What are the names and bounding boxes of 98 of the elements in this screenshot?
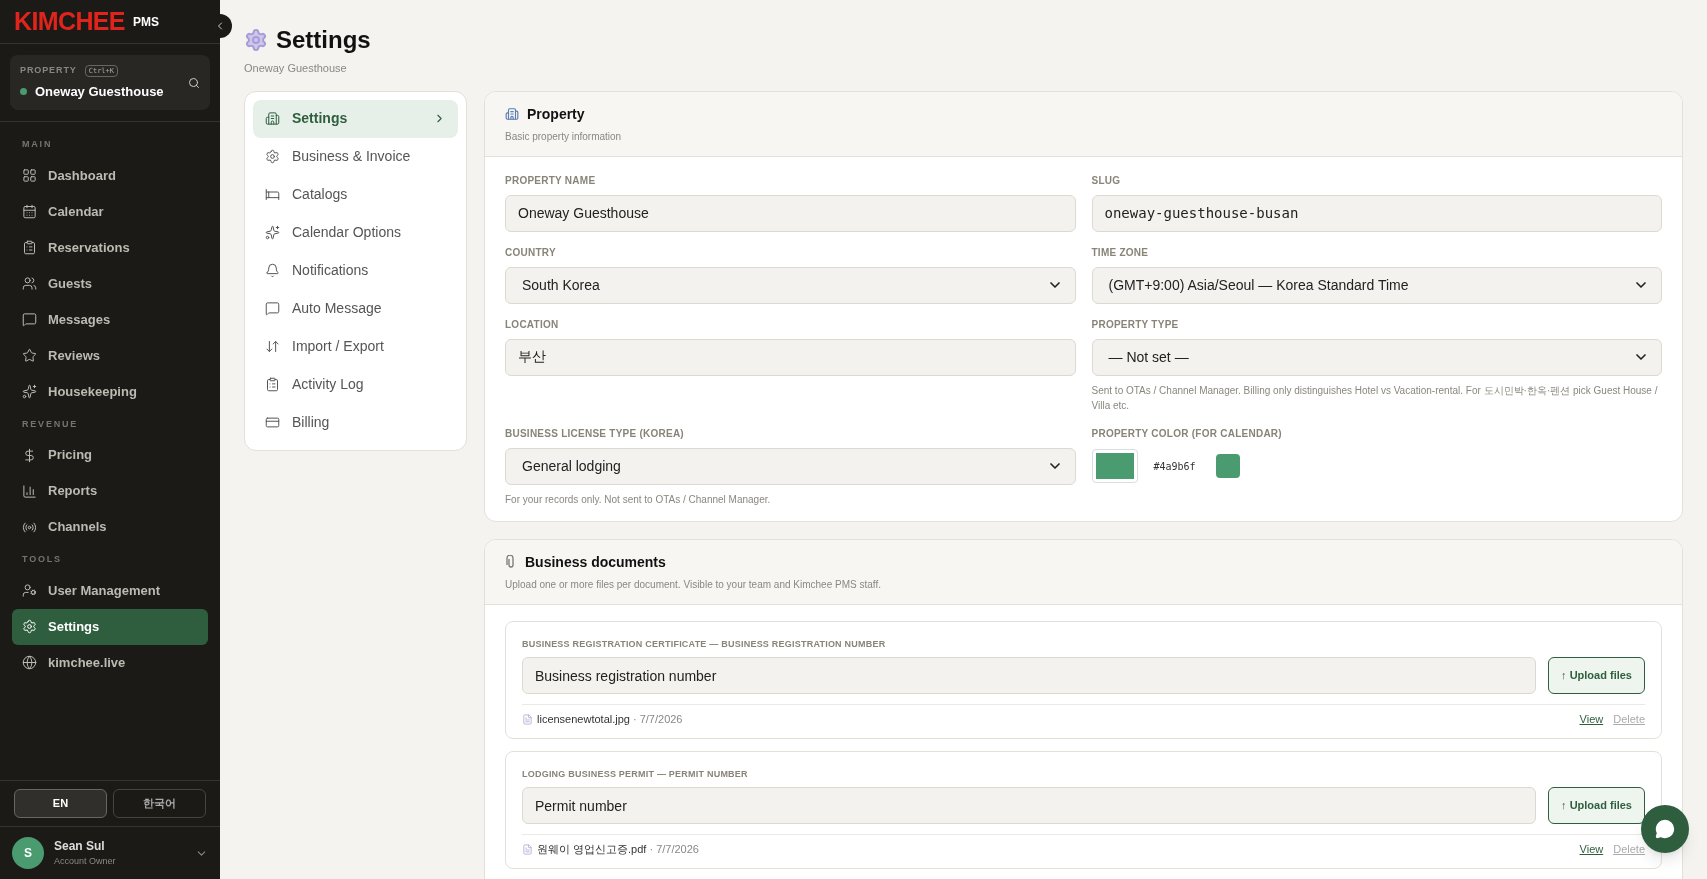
chat-icon (22, 312, 37, 327)
card-title: Property (527, 104, 585, 124)
brand-suffix: PMS (132, 13, 159, 31)
user-avatar: S (12, 837, 44, 869)
field-label: SLUG (1091, 173, 1122, 188)
select-field[interactable]: General lodging (505, 447, 1076, 485)
section-label: REVENUE (21, 417, 80, 431)
settings-nav-item[interactable]: Notifications (253, 251, 458, 290)
settings-nav-item[interactable]: Calendar Options (253, 213, 458, 252)
sidebar-item[interactable]: Messages (12, 301, 208, 338)
sidebar-item[interactable]: Reports (12, 473, 208, 509)
user-name: Sean Sul (54, 838, 106, 856)
card-subtitle: Upload one or more files per document. Visible to your team and Kimchee PMS staff. (505, 577, 882, 592)
text-field[interactable]: Business registration number (522, 657, 1537, 694)
file-name: licensenewtotal.jpg (537, 712, 630, 727)
page-subtitle: Oneway Guesthouse (244, 61, 348, 76)
building-icon (505, 107, 519, 121)
settings-nav-item[interactable]: Activity Log (253, 365, 458, 404)
text-field[interactable]: oneway-guesthouse-busan (1091, 194, 1662, 232)
card-subtitle: Basic property information (505, 129, 623, 144)
settings-nav-item[interactable]: Business & Invoice (253, 137, 458, 176)
paperclip-icon (505, 555, 517, 569)
file-date: · 7/7/2026 (632, 712, 684, 727)
field-label: PROPERTY COLOR (FOR CALENDAR) (1091, 426, 1283, 441)
clipboard-icon (22, 240, 37, 255)
sidebar-item[interactable]: Guests (12, 265, 208, 302)
sidebar-item[interactable]: Reservations (12, 229, 208, 266)
sidebar-item[interactable]: Settings (12, 608, 208, 645)
sidebar-item[interactable]: Channels (12, 509, 208, 545)
user-role: Account Owner (54, 855, 117, 869)
clipboard-icon (265, 377, 280, 392)
field-label: COUNTRY (505, 245, 557, 260)
settings-nav-item[interactable]: Import / Export (253, 327, 458, 366)
sidebar-item[interactable]: kimchee.live (12, 644, 208, 681)
sparkles-icon (22, 384, 37, 399)
sidebar-item[interactable]: Dashboard (12, 157, 208, 194)
globe-icon (22, 655, 37, 670)
file-icon (522, 713, 533, 725)
color-picker[interactable] (1091, 449, 1138, 483)
field-hint: For your records only. Not sent to OTAs / Channel Manager. (505, 492, 772, 507)
section-label: MAIN (21, 138, 54, 151)
upload-button[interactable]: ↑ Upload files (1548, 657, 1645, 694)
upload-button[interactable]: ↑ Upload files (1548, 787, 1645, 824)
document-label: BUSINESS REGISTRATION CERTIFICATE — BUSINESS REGISTRATION NUMBER (522, 637, 887, 651)
field-hint: Sent to OTAs / Channel Manager. Billing only distinguishes Hotel vs Vacation-rental. For 도시민박·한옥·펜션 pick Guest House / Villa etc. (1091, 383, 1659, 413)
settings-icon (265, 149, 280, 164)
sidebar-item[interactable]: Pricing (12, 437, 208, 473)
field-label: TIME ZONE (1091, 245, 1150, 260)
sparkles-icon (265, 225, 280, 240)
bed-icon (265, 187, 280, 202)
user-icon (22, 583, 37, 598)
card-title: Business documents (525, 552, 666, 572)
view-link[interactable]: View (1579, 711, 1604, 728)
arrows-icon (265, 339, 280, 354)
sidebar-item[interactable]: User Management (12, 572, 208, 609)
bell-icon (265, 263, 280, 278)
page-title: Settings (276, 25, 371, 55)
calendar-icon (22, 204, 37, 219)
field-label: PROPERTY NAME (505, 173, 597, 188)
select-field[interactable]: — Not set — (1091, 338, 1662, 376)
sidebar-item[interactable]: Reviews (12, 337, 208, 374)
brand-logo: KIMCHEE (14, 5, 125, 37)
language-button[interactable]: 한국어 (113, 789, 206, 818)
file-name: 원웨이 영업신고증.pdf (537, 842, 647, 857)
settings-icon (22, 619, 37, 634)
chat-icon (265, 301, 280, 316)
bar-chart-icon (22, 483, 37, 499)
language-button[interactable]: EN (14, 789, 107, 818)
users-icon (22, 276, 37, 291)
file-icon (522, 843, 533, 855)
view-link[interactable]: View (1579, 841, 1604, 858)
field-label: PROPERTY TYPE (1091, 317, 1180, 332)
text-field[interactable]: 부산 (505, 338, 1076, 376)
select-field[interactable]: South Korea (505, 266, 1076, 304)
file-date: · 7/7/2026 (649, 842, 700, 857)
search-icon (188, 76, 200, 89)
building-icon (265, 111, 280, 126)
color-hex: #4a9b6f (1153, 459, 1196, 474)
text-field[interactable]: Oneway Guesthouse (505, 194, 1076, 232)
field-label: BUSINESS LICENSE TYPE (KOREA) (505, 426, 685, 441)
section-label: TOOLS (21, 553, 63, 566)
settings-nav-item[interactable]: Auto Message (253, 289, 458, 328)
chat-icon (1655, 819, 1675, 839)
field-label: LOCATION (505, 317, 560, 332)
sidebar-item[interactable]: Calendar (12, 193, 208, 230)
color-swatch (1215, 454, 1240, 478)
settings-nav-item[interactable]: Billing (253, 403, 458, 442)
settings-nav-item[interactable]: Settings (253, 99, 458, 138)
document-label: LODGING BUSINESS PERMIT — PERMIT NUMBER (522, 767, 749, 781)
gear-icon (244, 28, 268, 52)
dollar-icon (22, 447, 37, 463)
sidebar-item[interactable]: Housekeeping (12, 373, 208, 410)
card-icon (265, 415, 280, 430)
settings-nav-item[interactable]: Catalogs (253, 175, 458, 214)
select-field[interactable]: (GMT+9:00) Asia/Seoul — Korea Standard Time (1091, 266, 1662, 304)
dashboard-icon (22, 168, 37, 183)
text-field[interactable]: Permit number (522, 787, 1537, 824)
star-icon (22, 348, 37, 363)
